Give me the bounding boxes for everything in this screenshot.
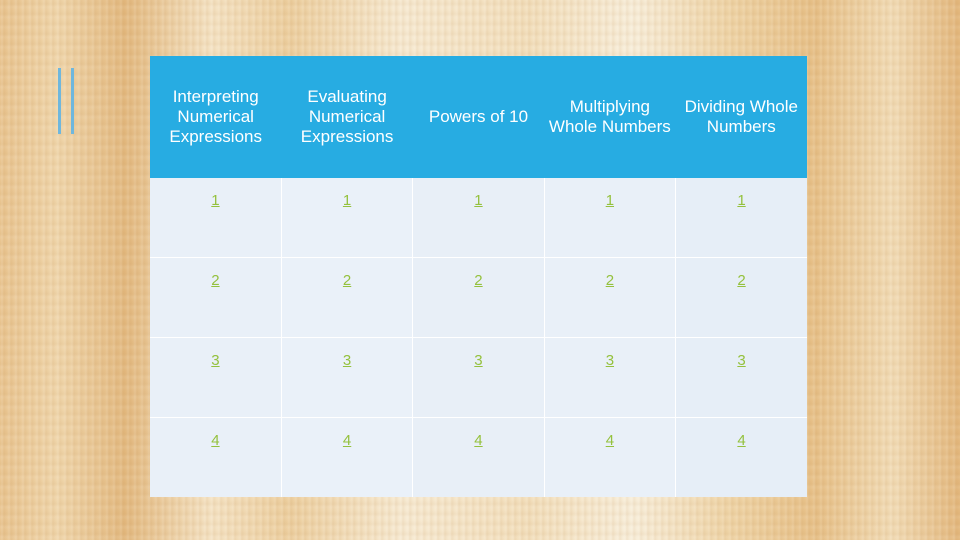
table-cell[interactable]: 1 [675,178,807,258]
table-cell[interactable]: 2 [412,257,545,338]
table-row: 1 1 1 1 1 [150,178,807,258]
column-header-powers-of-10: Powers of 10 [412,56,545,178]
table-cell[interactable]: 3 [543,337,676,418]
cell-value: 3 [737,352,746,369]
table-cell[interactable]: 1 [280,178,413,258]
cell-value: 4 [737,432,746,449]
table-row: 2 2 2 2 2 [150,257,807,338]
table-header: Interpreting Numerical Expressions Evalu… [150,56,807,178]
table-header-row: Interpreting Numerical Expressions Evalu… [150,56,807,178]
cell-value: 4 [211,432,220,449]
table-cell[interactable]: 4 [150,417,282,497]
table-container: Interpreting Numerical Expressions Evalu… [150,56,807,497]
cell-value: 3 [474,352,483,369]
cell-value: 2 [605,272,615,289]
cell-value: 4 [605,432,615,449]
table-cell[interactable]: 2 [675,257,807,338]
cell-value: 4 [342,432,352,449]
table-cell[interactable]: 2 [280,257,413,338]
column-header-dividing-whole-numbers: Dividing Whole Numbers [675,56,807,178]
cell-value: 2 [211,272,220,289]
table-cell[interactable]: 3 [675,337,807,418]
cell-value: 3 [342,352,352,369]
table-cell[interactable]: 1 [543,178,676,258]
cell-value: 3 [605,352,615,369]
table-row: 4 4 4 4 4 [150,417,807,497]
cell-value: 2 [342,272,352,289]
table-cell[interactable]: 3 [412,337,545,418]
table-cell[interactable]: 1 [412,178,545,258]
cell-value: 2 [474,272,483,289]
cell-value: 4 [474,432,483,449]
column-header-evaluating-numerical-expressions: Evaluating Numerical Expressions [281,56,413,178]
slide-canvas: Interpreting Numerical Expressions Evalu… [0,0,960,540]
category-table: Interpreting Numerical Expressions Evalu… [150,56,807,497]
cell-value: 1 [211,192,220,209]
cell-value: 1 [474,192,483,209]
column-header-interpreting-numerical-expressions: Interpreting Numerical Expressions [150,56,282,178]
table-body: 1 1 1 1 1 2 2 2 2 2 3 3 3 3 3 4 4 4 4 4 [150,178,807,497]
table-cell[interactable]: 3 [150,337,282,418]
table-cell[interactable]: 3 [280,337,413,418]
cell-value: 2 [737,272,746,289]
table-cell[interactable]: 4 [280,417,413,497]
cell-value: 3 [211,352,220,369]
cell-value: 1 [605,192,615,209]
cell-value: 1 [737,192,746,209]
table-cell[interactable]: 2 [150,257,282,338]
table-cell[interactable]: 4 [675,417,807,497]
table-cell[interactable]: 4 [412,417,545,497]
table-cell[interactable]: 4 [543,417,676,497]
decorative-left-bar [58,68,74,134]
table-cell[interactable]: 1 [150,178,282,258]
table-row: 3 3 3 3 3 [150,337,807,418]
table-cell[interactable]: 2 [543,257,676,338]
cell-value: 1 [342,192,352,209]
column-header-multiplying-whole-numbers: Multiplying Whole Numbers [544,56,676,178]
